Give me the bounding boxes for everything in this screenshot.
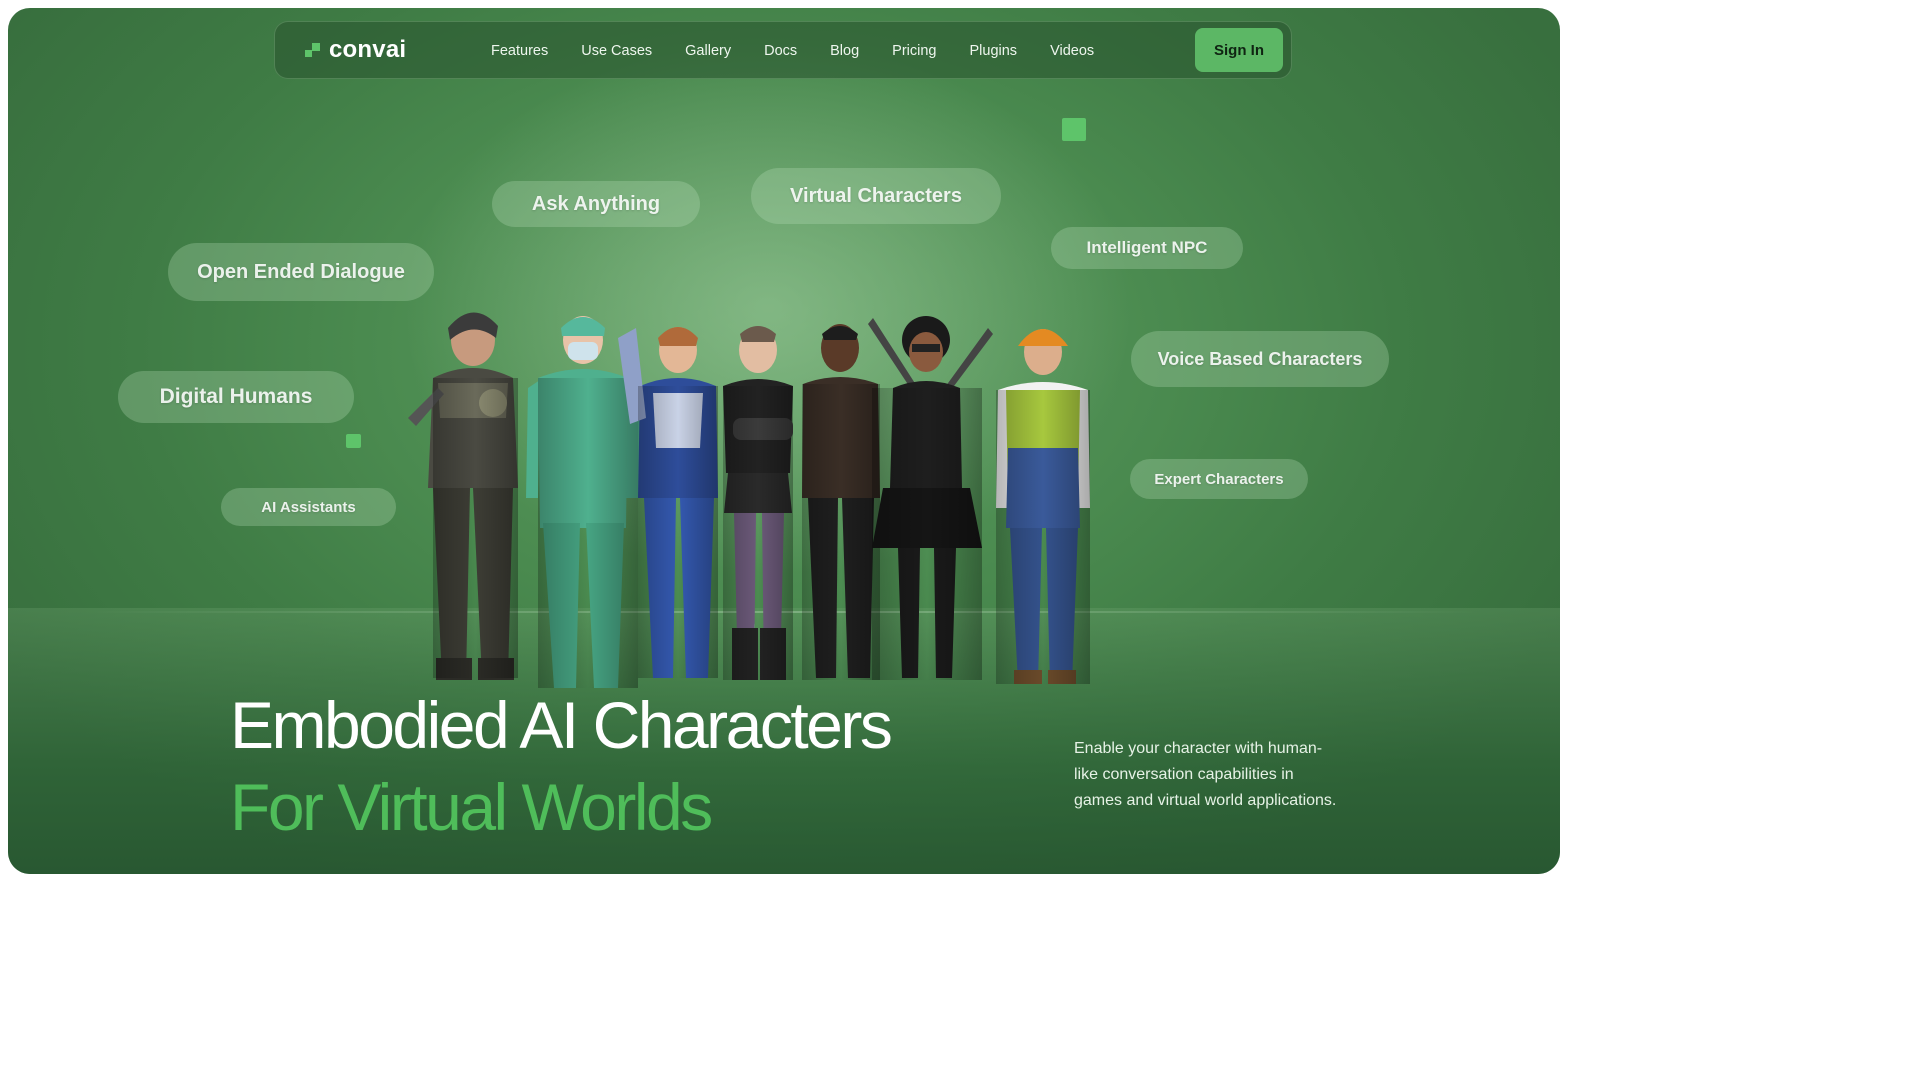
decor-square — [346, 434, 361, 448]
hero-title: Embodied AI Characters — [230, 688, 893, 762]
nav-plugins[interactable]: Plugins — [970, 43, 1018, 59]
tag-voice-based-characters: Voice Based Characters — [1131, 331, 1389, 387]
nav-pricing[interactable]: Pricing — [892, 43, 936, 59]
nav-links: Features Use Cases Gallery Docs Blog Pri… — [491, 22, 1127, 80]
hero-description: Enable your character with human-like co… — [1074, 740, 1337, 809]
casual-man-character — [802, 324, 880, 680]
logo[interactable]: convai — [303, 36, 406, 64]
tag-ask-anything: Ask Anything — [492, 181, 700, 227]
convai-logo-icon — [303, 40, 323, 60]
top-navbar: convai Features Use Cases Gallery Docs B… — [274, 21, 1292, 79]
tag-intelligent-npc: Intelligent NPC — [1051, 227, 1243, 269]
tag-ai-assistants: AI Assistants — [221, 488, 396, 526]
ninja-character — [868, 316, 993, 680]
logo-text: convai — [329, 36, 407, 63]
nav-videos[interactable]: Videos — [1050, 43, 1094, 59]
characters-illustration — [408, 312, 1090, 688]
hero-subtitle: For Virtual Worlds — [230, 770, 713, 844]
knight-character — [408, 312, 518, 680]
worker-character — [996, 329, 1090, 684]
nav-blog[interactable]: Blog — [830, 43, 859, 59]
sign-in-button[interactable]: Sign In — [1195, 28, 1283, 72]
tag-open-ended-dialogue: Open Ended Dialogue — [168, 243, 434, 301]
nav-use-cases[interactable]: Use Cases — [581, 43, 652, 59]
nav-gallery[interactable]: Gallery — [685, 43, 731, 59]
decor-square — [1062, 118, 1086, 141]
punk-character — [723, 326, 793, 680]
tag-virtual-characters: Virtual Characters — [751, 168, 1001, 224]
nav-features[interactable]: Features — [491, 43, 548, 59]
tag-expert-characters: Expert Characters — [1130, 459, 1308, 499]
hero-section: convai Features Use Cases Gallery Docs B… — [8, 8, 1560, 874]
nav-docs[interactable]: Docs — [764, 43, 797, 59]
tag-digital-humans: Digital Humans — [118, 371, 354, 423]
